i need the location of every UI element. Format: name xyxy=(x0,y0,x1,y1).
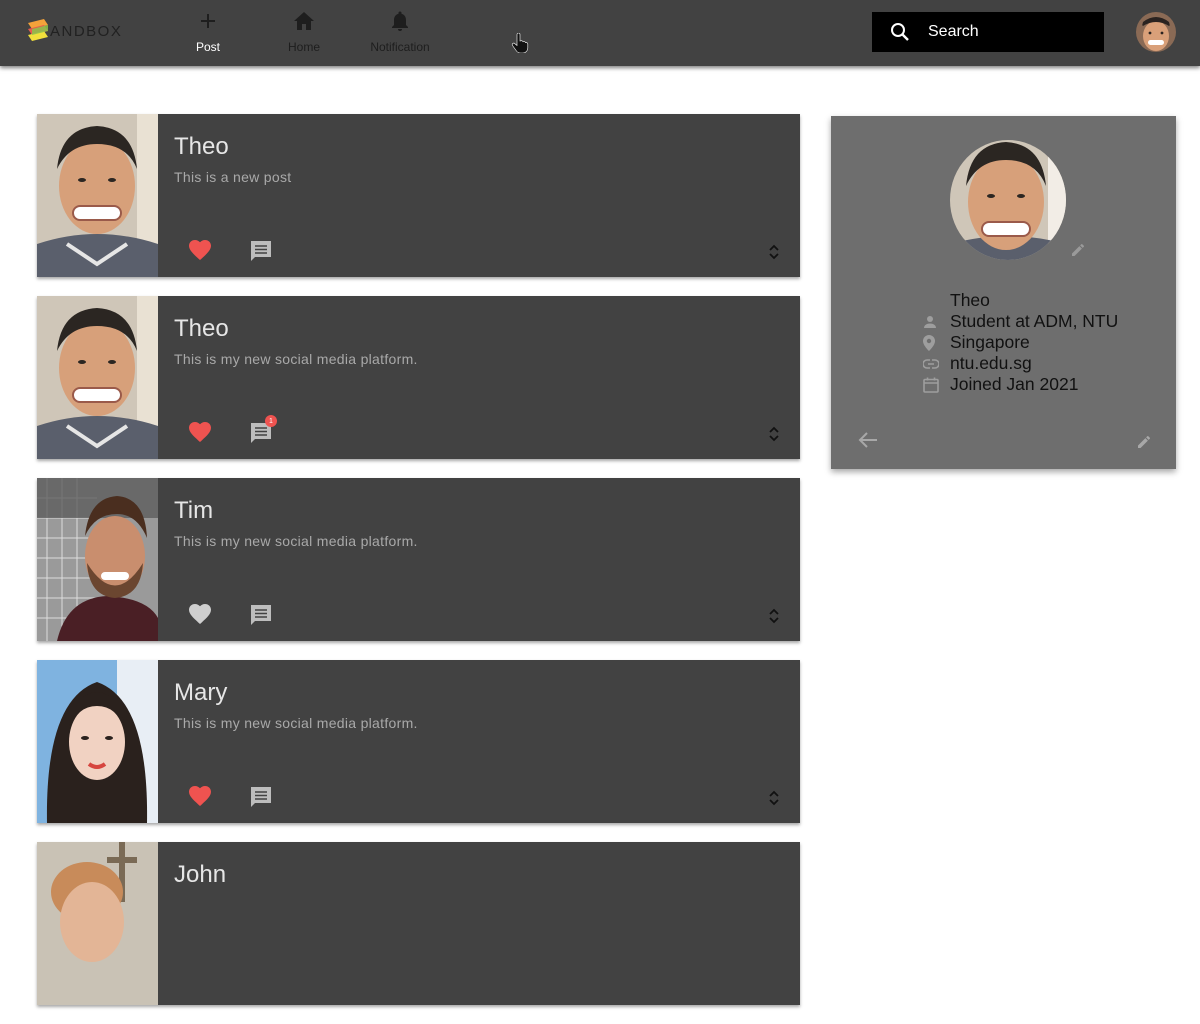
post-body: This is a new post xyxy=(174,169,292,185)
comment-icon[interactable] xyxy=(249,785,273,809)
post-author-name[interactable]: Theo xyxy=(174,133,229,161)
person-icon xyxy=(923,311,950,332)
posts-feed: Theo This is a new post Theo This is my … xyxy=(37,114,800,1024)
plus-icon xyxy=(199,8,217,34)
bell-icon xyxy=(391,8,409,34)
edit-avatar-pencil-icon[interactable] xyxy=(1070,242,1086,263)
expand-icon[interactable] xyxy=(767,608,781,624)
post-author-photo[interactable] xyxy=(37,296,158,459)
profile-joined: Joined Jan 2021 xyxy=(950,374,1079,394)
post-author-name[interactable]: John xyxy=(174,861,226,889)
sandbox-logo[interactable]: ANDBOX xyxy=(26,16,122,46)
post-author-name[interactable]: Theo xyxy=(174,315,229,343)
nav-notification-label: Notification xyxy=(370,40,430,54)
hand-pointer-icon xyxy=(511,32,529,58)
profile-name[interactable]: Theo xyxy=(950,290,990,311)
nav-post-label: Post xyxy=(195,40,220,54)
comment-icon[interactable]: 1 xyxy=(249,415,277,445)
profile-joined-row: Joined Jan 2021 xyxy=(923,374,1123,395)
logo-text: ANDBOX xyxy=(50,22,123,40)
post-author-name[interactable]: Tim xyxy=(174,497,213,525)
heart-icon[interactable] xyxy=(188,421,212,443)
search-bar[interactable] xyxy=(872,12,1104,52)
comment-count-badge: 1 xyxy=(265,415,277,427)
profile-bio-row: Student at ADM, NTU xyxy=(923,311,1123,332)
post-card[interactable]: John xyxy=(37,842,800,1005)
expand-icon[interactable] xyxy=(767,244,781,260)
profile-website-row: ntu.edu.sg xyxy=(923,353,1123,374)
expand-icon[interactable] xyxy=(767,426,781,442)
arrow-back-icon[interactable] xyxy=(858,432,878,453)
nav-post-button[interactable]: Post xyxy=(163,8,253,58)
comment-icon[interactable] xyxy=(249,603,273,627)
post-card[interactable]: Theo This is my new social media platfor… xyxy=(37,296,800,459)
top-navbar: ANDBOX Post Home Notification xyxy=(0,0,1200,66)
heart-icon[interactable] xyxy=(188,239,212,261)
heart-icon[interactable] xyxy=(188,603,212,625)
logo-icon xyxy=(28,19,48,41)
profile-location: Singapore xyxy=(950,332,1030,352)
post-author-name[interactable]: Mary xyxy=(174,679,227,707)
post-card[interactable]: Mary This is my new social media platfor… xyxy=(37,660,800,823)
post-body: This is my new social media platform. xyxy=(174,715,418,731)
link-icon xyxy=(923,353,950,374)
profile-bio: Student at ADM, NTU xyxy=(950,311,1119,331)
post-body: This is my new social media platform. xyxy=(174,533,418,549)
post-body: This is my new social media platform. xyxy=(174,351,418,367)
expand-icon[interactable] xyxy=(767,790,781,806)
post-author-photo[interactable] xyxy=(37,478,158,641)
home-icon xyxy=(293,8,315,34)
heart-icon[interactable] xyxy=(188,785,212,807)
profile-location-row: Singapore xyxy=(923,332,1123,353)
user-avatar-button[interactable] xyxy=(1136,12,1176,52)
search-icon xyxy=(872,22,928,42)
profile-website-link[interactable]: ntu.edu.sg xyxy=(950,353,1032,374)
nav-home-label: Home xyxy=(287,40,320,54)
edit-profile-pencil-icon[interactable] xyxy=(1136,434,1152,455)
post-card[interactable]: Theo This is a new post xyxy=(37,114,800,277)
post-card[interactable]: Tim This is my new social media platform… xyxy=(37,478,800,641)
profile-name-row: Theo xyxy=(923,290,1123,311)
comment-icon[interactable] xyxy=(249,239,273,263)
profile-info: Theo Student at ADM, NTU Singapore ntu.e… xyxy=(923,290,1123,395)
profile-card: Theo Student at ADM, NTU Singapore ntu.e… xyxy=(831,116,1176,469)
post-author-photo[interactable] xyxy=(37,660,158,823)
location-pin-icon xyxy=(923,332,950,353)
post-author-photo[interactable] xyxy=(37,842,158,1005)
post-author-photo[interactable] xyxy=(37,114,158,277)
calendar-icon xyxy=(923,374,950,395)
profile-avatar[interactable] xyxy=(950,140,1066,260)
nav-notification-button[interactable]: Notification xyxy=(355,8,445,58)
nav-home-button[interactable]: Home xyxy=(259,8,349,58)
avatar-image xyxy=(1136,12,1176,52)
search-input[interactable] xyxy=(928,23,1088,41)
